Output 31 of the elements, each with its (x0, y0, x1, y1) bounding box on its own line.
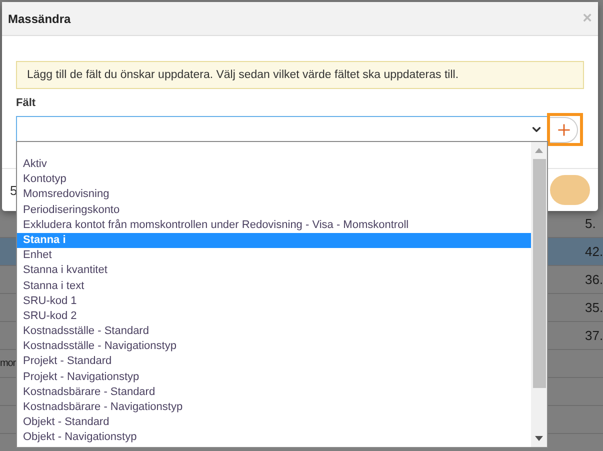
dropdown-option[interactable]: Objekt - Navigationstyp (17, 430, 531, 446)
dropdown-option[interactable]: Kostnadsbärare - Standard (17, 384, 531, 400)
table-cell: 35. (585, 300, 603, 315)
dropdown-option[interactable]: Kostnadsställe - Navigationstyp (17, 339, 531, 354)
dropdown-option[interactable]: Periodiseringskonto (17, 202, 531, 218)
dropdown-option[interactable]: Kostnadsställe - Standard (17, 324, 531, 340)
info-notice: Lägg till de fält du önskar uppdatera. Välj sedan vilket värde fältet ska uppdateras till. (16, 61, 584, 89)
dropdown-option[interactable]: Kostnadsbärare - Navigationstyp (17, 400, 531, 416)
dropdown-option[interactable]: Stanna i kvantitet (17, 263, 531, 278)
field-label: Fält (16, 97, 37, 109)
add-button[interactable] (550, 116, 578, 142)
table-cell: 37. (585, 328, 603, 343)
dropdown-option[interactable]: SRU-kod 1 (17, 294, 531, 309)
table-cell: 42. (585, 244, 603, 259)
dropdown-option[interactable]: SRU-kod 2 (17, 308, 531, 324)
dialog-title: Massändra (8, 12, 71, 26)
dropdown-option[interactable]: Enhet (17, 248, 531, 264)
dropdown-option[interactable]: Projekt - Standard (17, 354, 531, 370)
scrollbar[interactable] (531, 142, 547, 447)
dropdown-option[interactable]: Exkludera kontot från momskontrollen under Redovisning - Visa - Momskontroll (17, 218, 531, 233)
dropdown-option[interactable]: Momsredovisning (17, 187, 531, 203)
dropdown-option[interactable]: Projekt - Navigationstyp (17, 370, 531, 385)
table-cell-text: 5. (585, 216, 597, 231)
dropdown-option[interactable]: Aktiv (17, 157, 531, 172)
dropdown-option[interactable]: Objekt - Standard (17, 415, 531, 430)
dropdown-option[interactable]: Kontotyp (17, 172, 531, 188)
table-cell: mor (0, 358, 16, 369)
dropdown-option[interactable]: Stanna i text (17, 278, 531, 294)
scroll-up-icon[interactable] (535, 148, 543, 153)
table-cell: 36. (585, 272, 603, 287)
scroll-down-icon[interactable] (535, 436, 543, 441)
